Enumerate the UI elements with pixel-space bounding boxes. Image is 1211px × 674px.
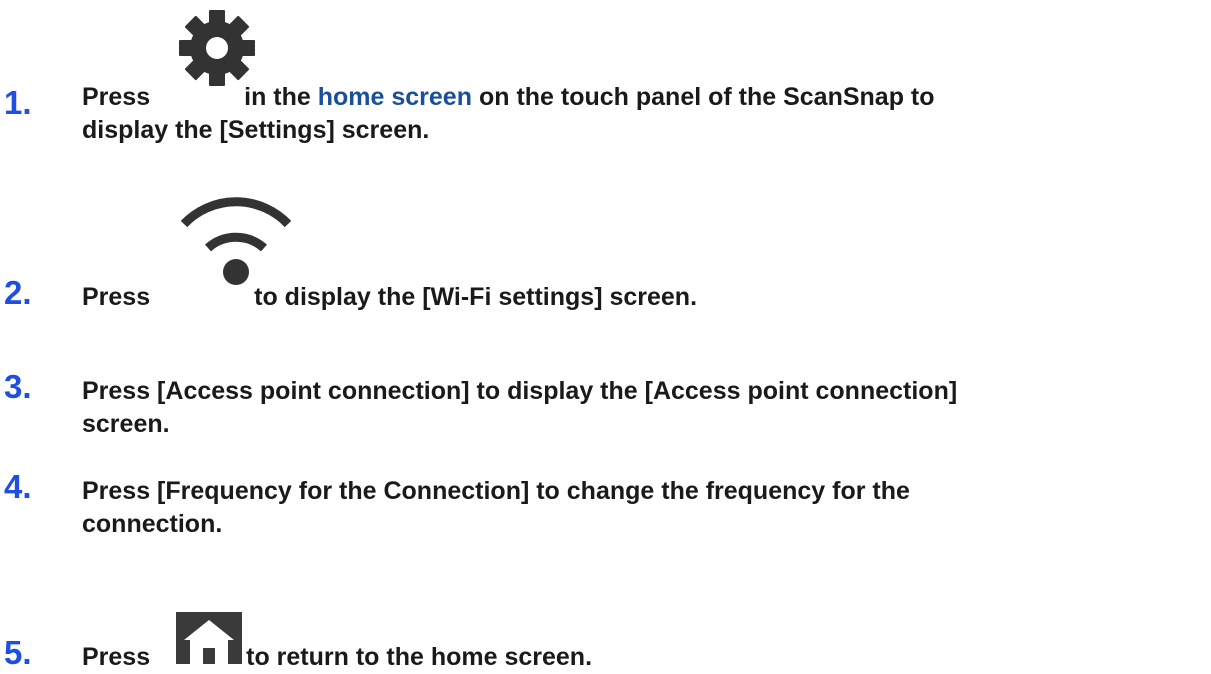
step-number: 4.: [4, 468, 32, 505]
step-text: Press [Access point connection] to displ…: [82, 377, 958, 438]
step-3: 3. Press [Access point connection] to di…: [0, 364, 1211, 444]
gear-icon: [179, 10, 255, 86]
step-1: 1. Press in the home screen on the touch …: [0, 0, 1211, 144]
step-text: Press [Frequency for the Connection] to …: [82, 477, 910, 538]
step-number: 5.: [4, 634, 32, 671]
step-number: 3.: [4, 368, 32, 405]
step-number: 2.: [4, 274, 32, 311]
step-text: Press to display the [Wi-Fi settings] scr…: [82, 283, 698, 311]
step-5: 5. Press to return to the home screen.: [0, 596, 1211, 671]
step-number: 1.: [4, 84, 32, 121]
wifi-icon: [180, 197, 292, 285]
home-screen-link[interactable]: home screen: [318, 83, 472, 111]
step-2: 2. Press to display the [Wi-Fi settings] …: [0, 180, 1211, 311]
step-text: Press in the home screen on the touch pan…: [82, 83, 935, 144]
step-4: 4. Press [Frequency for the Connection] …: [0, 464, 1211, 544]
step-text: Press to return to the home screen.: [82, 643, 593, 671]
